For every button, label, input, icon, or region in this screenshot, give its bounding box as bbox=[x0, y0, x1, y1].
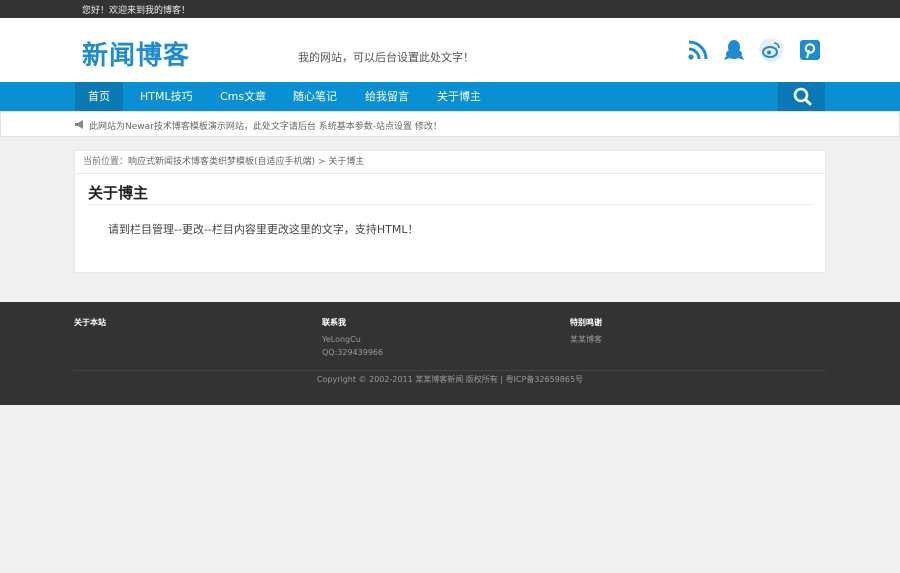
footer-column-title: 联系我 bbox=[322, 318, 346, 327]
greeting-text: 您好！欢迎来到我的博客！ bbox=[82, 6, 191, 16]
breadcrumb-current-link[interactable]: 关于博主 bbox=[328, 157, 364, 167]
top-bar: 您好！欢迎来到我的博客！ bbox=[0, 0, 900, 18]
search-icon bbox=[793, 87, 812, 106]
thanks-link[interactable]: 某某博客 bbox=[570, 333, 602, 346]
nav-item-html-tips[interactable]: HTML技巧 bbox=[127, 82, 206, 111]
content-body: 请到栏目管理--更改--栏目内容里更改这里的文字，支持HTML！ bbox=[108, 223, 419, 236]
footer-column-title: 关于本站 bbox=[74, 318, 106, 327]
breadcrumb-separator: > bbox=[315, 157, 329, 167]
content-panel: 当前位置：响应式新闻技术博客类织梦模板(自适应手机端) > 关于博主 关于博主 … bbox=[74, 150, 826, 273]
site-footer: 关于本站 联系我 YeLongCu QQ:329439966 特别鸣谢 某某博客… bbox=[0, 302, 900, 405]
footer-divider bbox=[74, 370, 826, 371]
search-button[interactable] bbox=[778, 82, 825, 111]
site-slogan: 我的网站，可以后台设置此处文字！ bbox=[298, 51, 474, 64]
megaphone-icon bbox=[75, 120, 83, 129]
page-title: 关于博主 bbox=[88, 184, 149, 202]
weibo-icon[interactable] bbox=[759, 38, 783, 62]
contact-qq: QQ:329439966 bbox=[322, 348, 384, 357]
breadcrumb-home-link[interactable]: 响应式新闻技术博客类织梦模板(自适应手机端) bbox=[128, 157, 315, 167]
pinterest-icon[interactable] bbox=[798, 38, 822, 62]
notice-text: 此网站为Newar技术博客模板演示网站，此处文字请后台 系统基本参数-站点设置 … bbox=[89, 122, 442, 132]
footer-column-title: 特别鸣谢 bbox=[570, 318, 602, 327]
nav-item-home[interactable]: 首页 bbox=[75, 82, 123, 111]
footer-column-thanks: 特别鸣谢 某某博客 bbox=[570, 317, 602, 346]
rss-icon[interactable] bbox=[686, 38, 710, 62]
footer-column-about: 关于本站 bbox=[74, 317, 106, 333]
site-logo[interactable]: 新闻博客 bbox=[82, 35, 190, 72]
nav-item-guestbook[interactable]: 给我留言 bbox=[352, 82, 422, 111]
nav-item-notes[interactable]: 随心笔记 bbox=[280, 82, 350, 111]
main-nav: 首页 HTML技巧 Cms文章 随心笔记 给我留言 关于博主 bbox=[0, 82, 900, 111]
footer-column-contact: 联系我 YeLongCu QQ:329439966 bbox=[322, 317, 383, 359]
site-header: 新闻博客 我的网站，可以后台设置此处文字！ bbox=[0, 18, 900, 82]
qq-icon[interactable] bbox=[722, 38, 746, 62]
nav-item-about[interactable]: 关于博主 bbox=[424, 82, 494, 111]
title-divider bbox=[88, 204, 814, 205]
contact-name: YeLongCu bbox=[322, 335, 361, 344]
copyright-text: Copyright © 2002-2011 某某博客新闻 版权所有 | 粤ICP… bbox=[316, 375, 584, 384]
breadcrumb-prefix: 当前位置： bbox=[83, 157, 129, 167]
nav-item-cms-articles[interactable]: Cms文章 bbox=[207, 82, 279, 111]
notice-bar: 此网站为Newar技术博客模板演示网站，此处文字请后台 系统基本参数-站点设置 … bbox=[0, 111, 900, 137]
breadcrumb: 当前位置：响应式新闻技术博客类织梦模板(自适应手机端) > 关于博主 bbox=[75, 151, 825, 174]
